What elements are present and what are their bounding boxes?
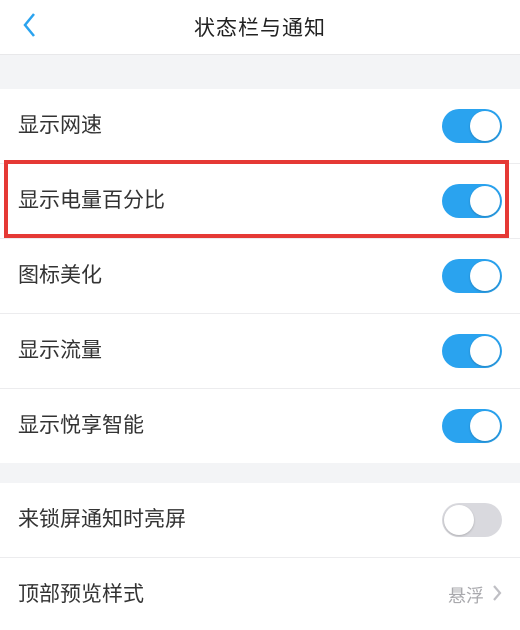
toggle-wake-on-lock-notify[interactable]: [442, 503, 502, 537]
back-button[interactable]: [8, 0, 52, 54]
toggle-show-yuexiang[interactable]: [442, 409, 502, 443]
chevron-left-icon: [22, 12, 38, 43]
row-show-battery-percent: 显示电量百分比: [0, 164, 520, 239]
toggle-show-battery-percent[interactable]: [442, 184, 502, 218]
toggle-icon-beautify[interactable]: [442, 259, 502, 293]
toggle-show-netspeed[interactable]: [442, 109, 502, 143]
row-show-traffic: 显示流量: [0, 314, 520, 389]
row-label: 显示流量: [18, 338, 442, 363]
row-label: 来锁屏通知时亮屏: [18, 507, 442, 532]
row-show-yuexiang: 显示悦享智能: [0, 389, 520, 463]
row-wake-on-lock-notify: 来锁屏通知时亮屏: [0, 483, 520, 558]
row-label: 显示网速: [18, 113, 442, 138]
row-label: 显示悦享智能: [18, 413, 442, 438]
row-top-preview-style[interactable]: 顶部预览样式 悬浮: [0, 558, 520, 630]
settings-list: 显示网速 显示电量百分比 图标美化 显示流量 显示悦享智能: [0, 89, 520, 463]
page-title: 状态栏与通知: [194, 12, 326, 42]
navbar: 状态栏与通知: [0, 0, 520, 55]
settings-list-2: 来锁屏通知时亮屏 顶部预览样式 悬浮: [0, 483, 520, 630]
row-label: 图标美化: [18, 263, 442, 288]
chevron-right-icon: [492, 584, 502, 607]
row-label: 显示电量百分比: [18, 188, 442, 213]
row-icon-beautify: 图标美化: [0, 239, 520, 314]
toggle-show-traffic[interactable]: [442, 334, 502, 368]
row-show-netspeed: 显示网速: [0, 89, 520, 164]
row-value: 悬浮: [448, 582, 484, 608]
row-label: 顶部预览样式: [18, 582, 448, 607]
